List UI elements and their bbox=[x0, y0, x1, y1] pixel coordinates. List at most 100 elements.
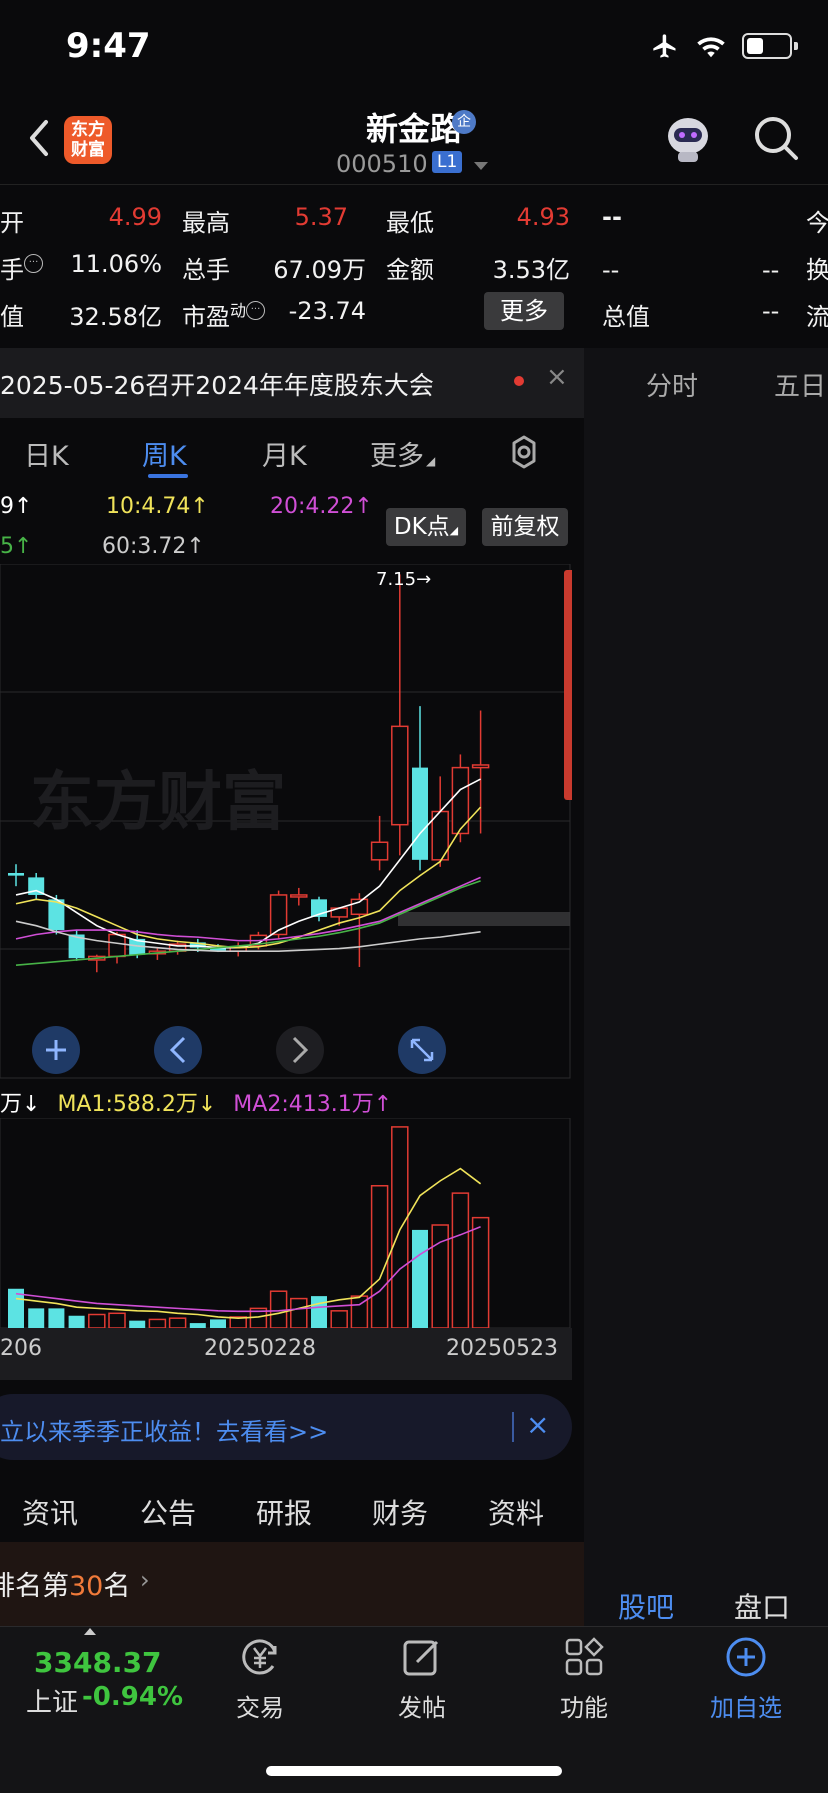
vol-ma1-label: MA1:588.2万↓ bbox=[57, 1092, 217, 1117]
tab-more[interactable]: 更多 ◢ bbox=[370, 434, 435, 473]
candle-body bbox=[8, 873, 24, 876]
volume-chart[interactable] bbox=[0, 1118, 572, 1330]
side-bot-label: 总值 bbox=[602, 303, 650, 331]
tab-pankou[interactable]: 盘口 bbox=[734, 1586, 790, 1626]
tab-guba[interactable]: 股吧 bbox=[618, 1586, 674, 1626]
candle bbox=[68, 930, 85, 961]
search-icon[interactable] bbox=[752, 114, 800, 162]
candle-body bbox=[412, 767, 428, 860]
side-mid-right: -- bbox=[762, 256, 780, 284]
notice-dot bbox=[514, 376, 524, 386]
kline-chart[interactable]: 东方财富 7.15→ bbox=[0, 564, 572, 1080]
side-top: -- bbox=[602, 203, 622, 231]
tab-more-label: 更多 bbox=[370, 441, 424, 472]
ma60-label: 60:3.72↑ bbox=[102, 534, 205, 559]
fullscreen-button[interactable] bbox=[398, 1026, 446, 1074]
date-label-3: 20250523 bbox=[446, 1336, 558, 1361]
rank-suffix: 名 bbox=[103, 1571, 131, 1602]
zoom-in-button[interactable] bbox=[32, 1026, 80, 1074]
volume-header: 万↓ MA1:588.2万↓ MA2:413.1万↑ bbox=[0, 1086, 392, 1118]
tab-fenshi[interactable]: 分时 bbox=[646, 366, 698, 403]
scroll-right-button[interactable] bbox=[276, 1026, 324, 1074]
candle bbox=[8, 864, 24, 887]
candle bbox=[391, 574, 409, 856]
triangle-icon: ◢ bbox=[426, 454, 436, 468]
vol-label: 万↓ bbox=[0, 1092, 41, 1117]
index-value[interactable]: 3348.37 bbox=[34, 1646, 162, 1679]
volume-label: 总手 bbox=[182, 256, 230, 284]
notice-close-icon[interactable]: × bbox=[546, 362, 568, 392]
candle bbox=[412, 706, 428, 871]
price-indicator-bar bbox=[564, 570, 572, 800]
dk-point-button[interactable]: DK点◢ bbox=[386, 508, 466, 546]
nav-functions[interactable]: 功能 bbox=[524, 1636, 644, 1723]
tab-day-k[interactable]: 日K bbox=[24, 434, 69, 473]
gear-icon[interactable] bbox=[506, 434, 542, 470]
info-icon[interactable]: ··· bbox=[24, 254, 43, 273]
scroll-left-button[interactable] bbox=[154, 1026, 202, 1074]
home-indicator bbox=[266, 1766, 562, 1776]
high-value: 5.37 bbox=[294, 203, 348, 231]
side-bot-value: -- bbox=[762, 297, 780, 325]
candle-body bbox=[370, 841, 389, 861]
candle bbox=[229, 942, 247, 957]
index-name[interactable]: 上证 bbox=[26, 1682, 78, 1719]
promo-divider bbox=[512, 1412, 514, 1442]
more-quote-button[interactable]: 更多 bbox=[484, 292, 564, 330]
triangle-icon: ◢ bbox=[449, 524, 459, 537]
nav-post[interactable]: 发帖 bbox=[362, 1636, 482, 1723]
right-panel bbox=[584, 348, 828, 1628]
plus-circle-icon bbox=[726, 1637, 766, 1677]
index-change[interactable]: -0.94% bbox=[82, 1682, 183, 1712]
tab-financials[interactable]: 财务 bbox=[372, 1492, 428, 1532]
nav-trade[interactable]: 交易 bbox=[200, 1636, 320, 1723]
caret-up-icon[interactable] bbox=[84, 1628, 96, 1635]
nav-addwatch-label: 加自选 bbox=[710, 1694, 782, 1722]
volume-bar bbox=[471, 1216, 490, 1329]
turnover-value: 11.06% bbox=[70, 250, 162, 278]
status-time: 9:47 bbox=[66, 26, 151, 66]
candle-body bbox=[391, 725, 409, 826]
ma20-label: 20:4.22↑ bbox=[270, 494, 373, 519]
tab-profile[interactable]: 资料 bbox=[488, 1492, 544, 1532]
grid-icon bbox=[565, 1637, 604, 1676]
nav-add-watchlist[interactable]: 加自选 bbox=[686, 1636, 806, 1723]
candle-body bbox=[471, 764, 490, 769]
volume-bar bbox=[148, 1318, 167, 1329]
ma5-label: 9↑ bbox=[0, 494, 33, 519]
tab-week-k[interactable]: 周K bbox=[142, 434, 187, 473]
dk-label: DK点 bbox=[393, 514, 450, 540]
tab-announcements[interactable]: 公告 bbox=[140, 1492, 196, 1532]
promo-text[interactable]: 立以来季季正收益！去看看>> bbox=[0, 1412, 328, 1447]
tab-wuri[interactable]: 五日 bbox=[774, 366, 826, 403]
enterprise-badge: 企 bbox=[452, 110, 476, 134]
level-badge[interactable]: L1 bbox=[432, 151, 463, 173]
side-mid-far: 换 bbox=[806, 256, 828, 284]
nav-trade-label: 交易 bbox=[236, 1694, 284, 1722]
vol-ma-line-ma1 bbox=[15, 1167, 482, 1319]
volume-bar bbox=[290, 1297, 308, 1329]
stock-code: 000510 bbox=[336, 150, 428, 178]
ma30-label: 5↑ bbox=[0, 534, 33, 559]
promo-close-icon[interactable]: × bbox=[526, 1408, 549, 1441]
rank-text[interactable]: 排名第30名 bbox=[0, 1564, 130, 1603]
tab-research[interactable]: 研报 bbox=[256, 1492, 312, 1532]
info-icon[interactable]: ··· bbox=[246, 301, 266, 320]
tab-month-k[interactable]: 月K bbox=[262, 434, 307, 473]
mktcap-label-text: 流值 bbox=[0, 303, 24, 331]
robot-assistant-icon[interactable] bbox=[664, 112, 712, 164]
candle bbox=[311, 896, 327, 922]
candle bbox=[28, 873, 45, 900]
price-band bbox=[398, 912, 570, 926]
pe-value: -23.74 bbox=[288, 297, 366, 325]
adjust-button[interactable]: 前复权 bbox=[482, 508, 568, 546]
candle-body bbox=[269, 894, 288, 936]
yen-circle-icon bbox=[242, 1639, 277, 1675]
max-price-label: 7.15→ bbox=[376, 569, 431, 590]
chevron-down-icon[interactable] bbox=[474, 162, 488, 170]
notice-text[interactable]: 2025-05-26召开2024年年度股东大会 bbox=[0, 366, 434, 402]
tab-news[interactable]: 资讯 bbox=[22, 1492, 78, 1532]
chevron-right-icon[interactable]: › bbox=[140, 1566, 150, 1594]
rank-number: 30 bbox=[69, 1571, 104, 1602]
candle bbox=[269, 890, 288, 939]
